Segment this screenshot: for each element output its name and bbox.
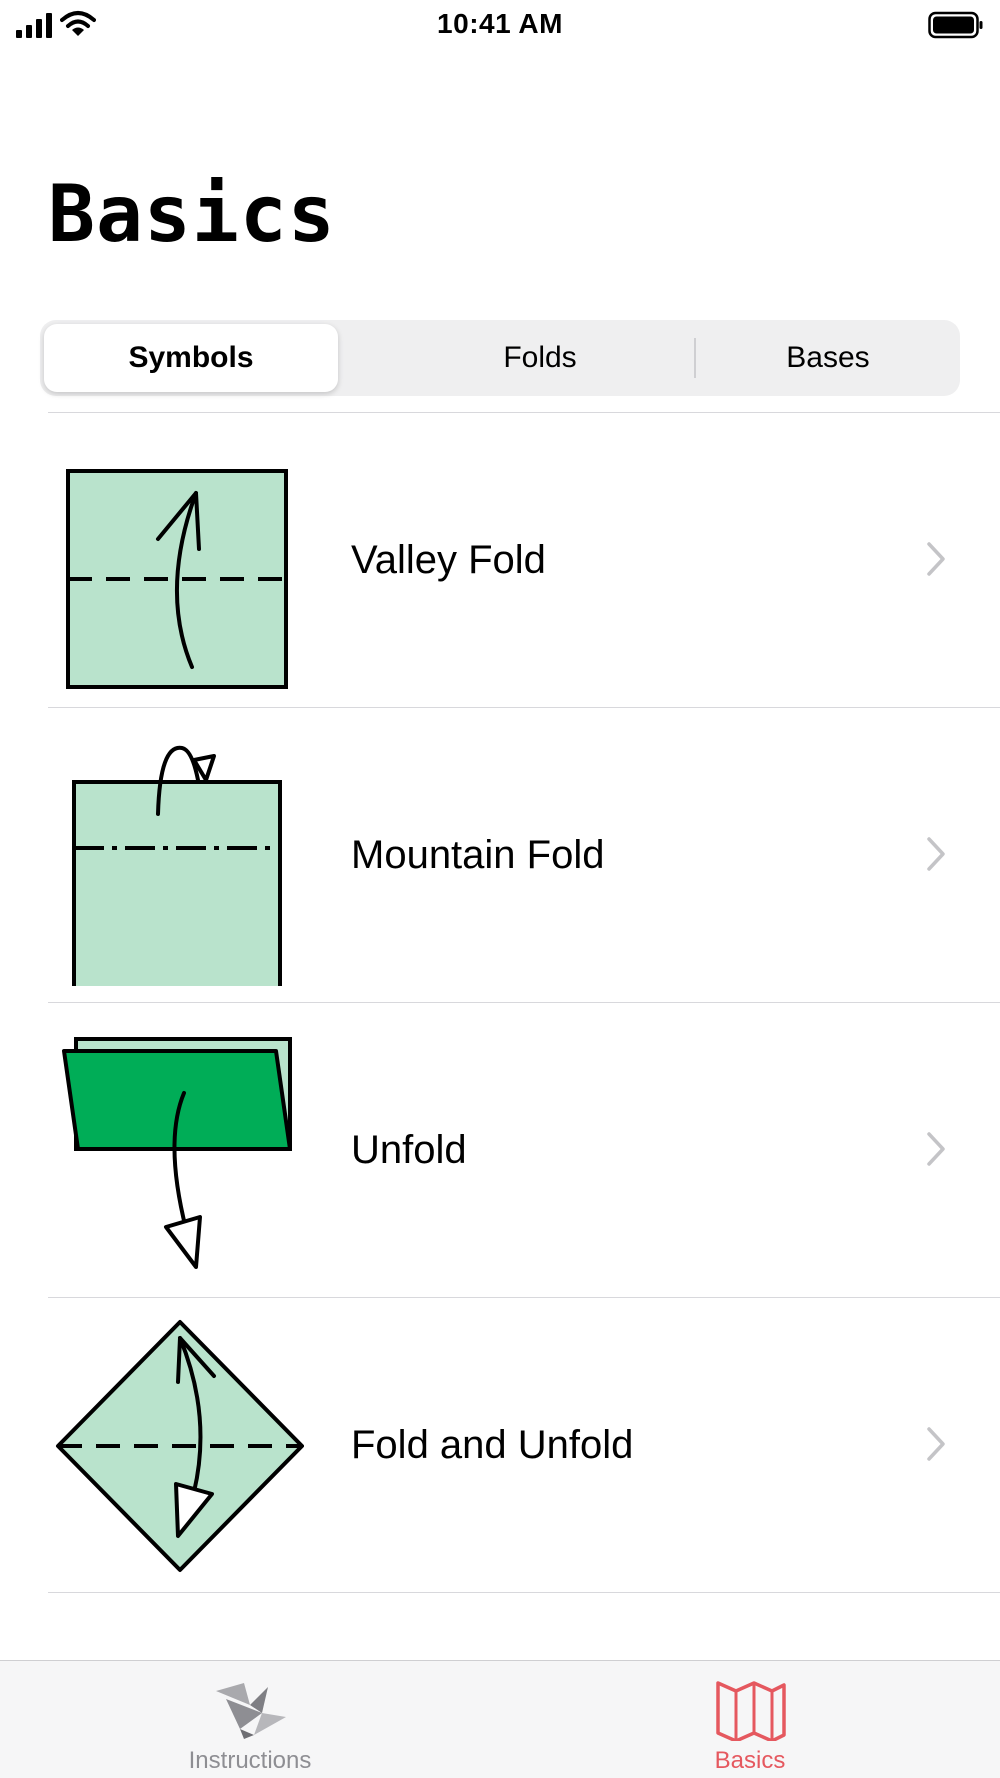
valley-fold-icon xyxy=(66,469,288,689)
battery-icon xyxy=(928,11,983,39)
chevron-right-icon xyxy=(927,1427,945,1461)
list-item-label: Valley Fold xyxy=(351,538,546,582)
list-item-label: Unfold xyxy=(351,1128,467,1172)
list-item-label: Fold and Unfold xyxy=(351,1423,634,1467)
unfold-icon xyxy=(62,1037,292,1269)
map-book-icon xyxy=(716,1681,786,1741)
tab-instructions[interactable]: Instructions xyxy=(100,1661,400,1778)
status-bar: 10:41 AM xyxy=(0,0,1000,52)
chevron-right-icon xyxy=(927,1132,945,1166)
list-item-valley-fold[interactable]: Valley Fold xyxy=(48,412,1000,707)
tab-label: Instructions xyxy=(188,1747,312,1774)
segment-symbols[interactable]: Symbols xyxy=(44,324,338,392)
tab-label: Basics xyxy=(714,1747,786,1774)
app-screen: 10:41 AM Basics Symbols Folds Bases Vall… xyxy=(0,0,1000,1778)
list-item-mountain-fold[interactable]: Mountain Fold xyxy=(48,707,1000,1002)
list-item-fold-and-unfold[interactable]: Fold and Unfold xyxy=(48,1297,1000,1592)
segment-bases[interactable]: Bases xyxy=(700,324,956,392)
status-time: 10:41 AM xyxy=(437,8,563,39)
segmented-control: Symbols Folds Bases xyxy=(40,320,960,396)
symbols-list: Valley Fold Mountain Fold Unfold Fold an… xyxy=(0,412,1000,1593)
mountain-fold-icon xyxy=(72,745,282,986)
segment-divider xyxy=(694,338,696,378)
origami-crane-icon xyxy=(216,1683,286,1739)
fold-and-unfold-icon xyxy=(56,1320,304,1572)
tab-bar: Instructions Basics xyxy=(0,1660,1000,1778)
chevron-right-icon xyxy=(927,837,945,871)
list-item-unfold[interactable]: Unfold xyxy=(48,1002,1000,1297)
chevron-right-icon xyxy=(927,542,945,576)
tab-basics[interactable]: Basics xyxy=(600,1661,900,1778)
list-item-label: Mountain Fold xyxy=(351,833,605,877)
segment-folds[interactable]: Folds xyxy=(390,324,690,392)
page-title: Basics xyxy=(48,170,336,260)
